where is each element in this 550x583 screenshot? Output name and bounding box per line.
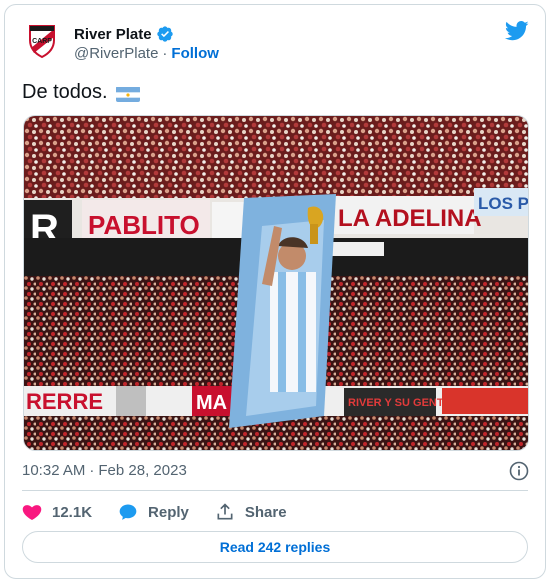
tweet-card: CARP River Plate @RiverPlate · Follow De… [4, 4, 546, 579]
tweet-actions: 12.1K Reply Share [22, 500, 313, 524]
river-plate-crest-icon: CARP [29, 25, 55, 59]
divider [22, 490, 528, 491]
reply-label: Reply [148, 503, 189, 521]
verified-badge-icon [156, 26, 173, 42]
like-button[interactable]: 12.1K [22, 502, 92, 522]
author-name[interactable]: River Plate [74, 26, 152, 43]
tweet-time: 10:32 AM [22, 462, 86, 479]
reply-bubble-icon [119, 504, 137, 520]
share-label: Share [244, 503, 287, 521]
tweet-date: Feb 28, 2023 [98, 462, 187, 479]
share-button[interactable]: Share [215, 502, 287, 522]
svg-text:LA ADELINA: LA ADELINA [338, 205, 482, 232]
tweet-photo[interactable]: R PABLITO LA ADELINA LOS P RERRE MA RIVE… [23, 115, 529, 451]
author-handle-row: @RiverPlate · Follow [74, 45, 219, 62]
svg-text:RIVER Y SU GENTE: RIVER Y SU GENTE [348, 397, 451, 409]
argentina-flag-icon [115, 86, 140, 102]
read-replies-button[interactable]: Read 242 replies [22, 531, 528, 563]
share-icon [217, 503, 233, 520]
timestamp-separator: · [89, 462, 95, 479]
svg-text:RERRE: RERRE [26, 389, 103, 414]
info-icon[interactable] [509, 461, 529, 481]
tweet-text: De todos. [22, 81, 140, 104]
avatar[interactable]: CARP [22, 20, 62, 60]
handle-separator: · [162, 45, 168, 62]
follow-button[interactable]: Follow [171, 45, 219, 62]
twitter-bird-icon[interactable] [505, 21, 529, 41]
svg-text:CARP: CARP [32, 38, 52, 45]
stadium-photo-icon: R PABLITO LA ADELINA LOS P RERRE MA RIVE… [24, 116, 529, 450]
author-handle[interactable]: @RiverPlate [74, 45, 158, 62]
author-name-row: River Plate [74, 25, 174, 43]
like-count: 12.1K [52, 503, 93, 521]
svg-text:PABLITO: PABLITO [88, 210, 200, 240]
tweet-text-content: De todos. [22, 81, 108, 103]
tweet-timestamp[interactable]: 10:32 AM · Feb 28, 2023 [22, 462, 187, 479]
svg-text:LOS P: LOS P [478, 194, 529, 213]
heart-icon [22, 505, 42, 520]
reply-button[interactable]: Reply [118, 502, 189, 522]
svg-text:MA: MA [196, 392, 227, 414]
